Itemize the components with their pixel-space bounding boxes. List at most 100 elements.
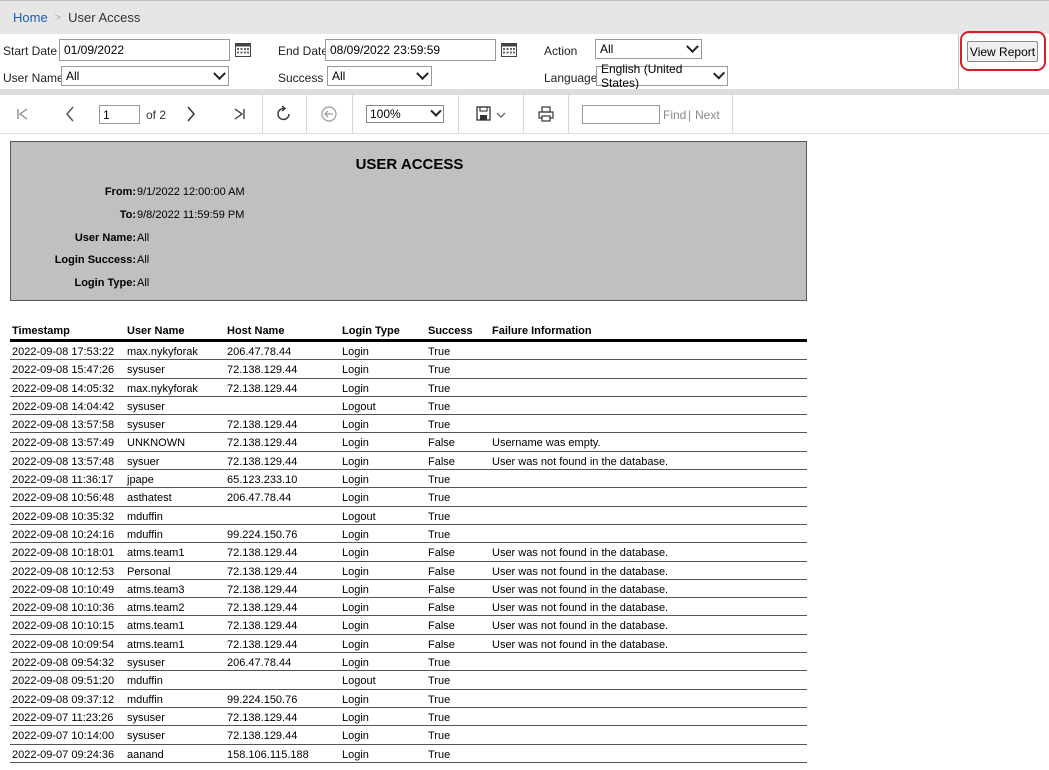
table-header-row: Timestamp User Name Host Name Login Type Suc… <box>10 322 807 342</box>
table-row: 2022-09-08 10:10:15 atms.team1 72.138.129.… <box>10 616 807 635</box>
table-cell: atms.team2 <box>127 602 185 615</box>
find-next-link[interactable]: Next <box>695 108 720 122</box>
zoom-select[interactable]: 100% <box>366 105 444 123</box>
table-cell: Logout <box>342 510 376 523</box>
table-cell: 72.138.129.44 <box>227 437 298 450</box>
find-text-input[interactable] <box>582 105 660 124</box>
table-cell: 72.138.129.44 <box>227 620 298 633</box>
chevron-down-icon <box>430 105 442 117</box>
table-cell: Login <box>342 419 369 432</box>
print-icon[interactable] <box>537 105 555 123</box>
table-cell: 2022-09-08 10:24:16 <box>12 528 115 541</box>
table-row: 2022-09-08 09:37:12 mduffin 99.224.150.76 L… <box>10 690 807 708</box>
table-cell: True <box>428 711 451 724</box>
table-cell: Login <box>342 364 369 377</box>
table-cell: mduffin <box>127 510 163 523</box>
toolbar-separator <box>458 95 459 133</box>
table-cell: User was not found in the database. <box>492 602 669 615</box>
table-cell: True <box>428 400 451 413</box>
table-cell: True <box>428 510 451 523</box>
next-page-icon[interactable] <box>182 105 200 123</box>
table-row: 2022-09-08 09:51:20 mduffin Logout True <box>10 671 807 690</box>
start-date-calendar-icon[interactable] <box>235 42 251 57</box>
toolbar-separator <box>352 95 353 133</box>
table-cell: 2022-09-08 10:56:48 <box>12 492 115 505</box>
report-toolbar: of 2 100% Find | Next <box>0 95 1049 134</box>
header-field-label: Login Success: <box>54 254 136 266</box>
refresh-icon[interactable] <box>275 105 293 123</box>
table-cell: asthatest <box>127 492 172 505</box>
column-header: User Name <box>127 325 185 337</box>
save-export-icon[interactable] <box>475 105 493 123</box>
find-link[interactable]: Find <box>663 108 686 122</box>
table-cell: 2022-09-08 13:57:48 <box>12 455 115 468</box>
column-header: Success <box>428 325 473 337</box>
table-cell: 206.47.78.44 <box>227 492 292 505</box>
back-to-parent-icon[interactable] <box>320 105 338 123</box>
table-cell: 72.138.129.44 <box>227 711 298 724</box>
table-row: 2022-09-08 10:09:54 atms.team1 72.138.129.… <box>10 635 807 654</box>
table-cell: True <box>428 382 451 395</box>
table-cell: 99.224.150.76 <box>227 528 298 541</box>
table-cell: 2022-09-08 10:35:32 <box>12 510 115 523</box>
table-cell: Login <box>342 657 369 670</box>
chevron-down-icon <box>416 66 429 80</box>
table-cell: User was not found in the database. <box>492 620 669 633</box>
table-cell: 72.138.129.44 <box>227 547 298 560</box>
last-page-icon[interactable] <box>230 105 248 123</box>
table-cell: 2022-09-08 09:37:12 <box>12 693 115 706</box>
table-cell: False <box>428 565 455 578</box>
start-date-input[interactable] <box>59 39 230 61</box>
action-select-value: All <box>600 42 614 56</box>
end-date-calendar-icon[interactable] <box>501 42 517 57</box>
language-select[interactable]: English (United States) <box>596 62 728 90</box>
column-header: Timestamp <box>12 325 70 337</box>
column-header: Login Type <box>342 325 400 337</box>
header-field-value: 9/8/2022 11:59:59 PM <box>137 209 245 221</box>
table-cell: 2022-09-08 13:57:49 <box>12 437 115 450</box>
table-cell: max.nykyforak <box>127 346 198 358</box>
table-row: 2022-09-08 10:10:49 atms.team3 72.138.129.… <box>10 580 807 599</box>
table-cell: max.nykyforak <box>127 382 198 395</box>
parameters-divider <box>958 34 959 90</box>
table-cell: 2022-09-08 13:57:58 <box>12 419 115 432</box>
table-cell: True <box>428 730 451 743</box>
column-header: Host Name <box>227 325 285 337</box>
table-cell: True <box>428 528 451 541</box>
table-cell: sysuser <box>127 711 165 724</box>
end-date-input[interactable] <box>325 39 496 61</box>
table-cell: 72.138.129.44 <box>227 602 298 615</box>
header-field-value: 9/1/2022 12:00:00 AM <box>137 186 245 198</box>
user-name-select[interactable]: All <box>61 66 229 86</box>
breadcrumb-home-link[interactable]: Home <box>13 10 48 25</box>
header-field-label: Login Type: <box>74 277 136 289</box>
table-cell: Personal <box>127 565 171 578</box>
table-row: 2022-09-08 10:35:32 mduffin Logout True <box>10 507 807 525</box>
table-cell: Login <box>342 455 369 468</box>
previous-page-icon[interactable] <box>61 105 79 123</box>
page-number-input[interactable] <box>99 105 140 124</box>
report-header-box: USER ACCESS From: 9/1/2022 12:00:00 AM To:… <box>10 141 807 301</box>
first-page-icon[interactable] <box>14 105 32 123</box>
table-cell: Logout <box>342 675 376 688</box>
table-cell: 2022-09-08 10:18:01 <box>12 547 115 560</box>
export-dropdown-chevron-icon[interactable] <box>495 105 507 123</box>
breadcrumb: Home > User Access <box>0 0 1049 34</box>
action-select[interactable]: All <box>595 39 702 59</box>
table-cell: aanand <box>127 748 164 761</box>
table-cell: True <box>428 748 451 761</box>
table-cell: True <box>428 346 451 358</box>
table-cell: User was not found in the database. <box>492 638 669 651</box>
table-cell: Login <box>342 437 369 450</box>
table-cell: Login <box>342 565 369 578</box>
user-name-label: User Name <box>3 71 64 85</box>
table-cell: Login <box>342 638 369 651</box>
table-cell: 2022-09-08 17:53:22 <box>12 346 115 358</box>
table-row: 2022-09-08 15:47:26 sysuser 72.138.129.44 L… <box>10 360 807 379</box>
find-next-separator: | <box>688 108 692 122</box>
success-select[interactable]: All <box>327 66 432 86</box>
breadcrumb-separator-icon: > <box>54 11 62 24</box>
toolbar-separator <box>523 95 524 133</box>
user-access-table: Timestamp User Name Host Name Login Type Suc… <box>10 322 807 763</box>
table-cell: 2022-09-07 10:14:00 <box>12 730 115 743</box>
